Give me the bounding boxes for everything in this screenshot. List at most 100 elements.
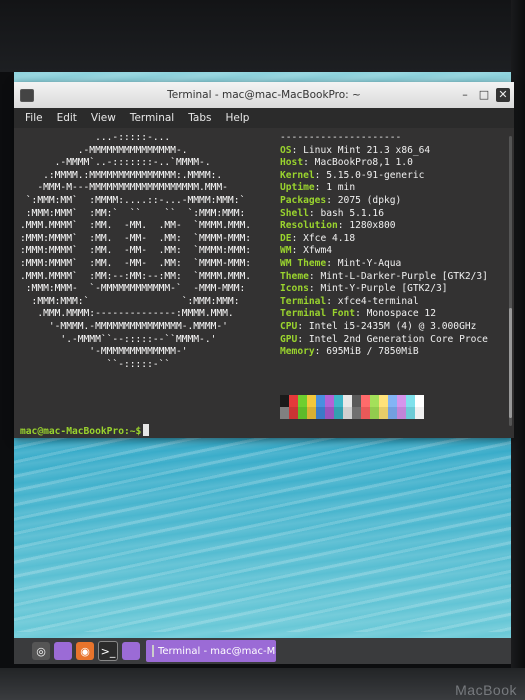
terminal-window[interactable]: Terminal - mac@mac-MacBookPro: ~ – □ ✕ F… <box>14 82 514 438</box>
palette-swatch <box>316 395 325 407</box>
file-manager-icon[interactable] <box>122 642 140 660</box>
logo-line: '-MMMM.-MMMMMMMMMMMMMMM-.MMMM-' <box>20 320 228 332</box>
logo-line: '.-MMMM``--:::::--``MMMM-.' <box>20 333 217 345</box>
prompt-user: mac@mac-MacBookPro:~$ <box>20 426 142 437</box>
info-key: Uptime <box>280 182 315 194</box>
taskbar-item-label: Terminal - mac@mac-Mac... <box>158 645 276 657</box>
info-key: Memory <box>280 346 315 358</box>
logo-line: .-MMMM`..-:::::::-..`MMMM-. <box>20 157 211 169</box>
info-value: bash 5.1.16 <box>320 207 384 219</box>
palette-swatch <box>280 407 289 419</box>
minimize-button[interactable]: – <box>458 88 472 102</box>
info-key: Terminal <box>280 295 327 307</box>
palette-swatch <box>298 407 307 419</box>
screen-bezel-top <box>0 0 525 72</box>
palette-swatch <box>388 407 397 419</box>
scrollbar-thumb[interactable] <box>509 308 512 418</box>
menu-help[interactable]: Help <box>218 108 256 128</box>
info-key: Theme <box>280 270 309 282</box>
palette-swatch <box>289 407 298 419</box>
menu-tabs[interactable]: Tabs <box>181 108 218 128</box>
maximize-button[interactable]: □ <box>477 88 491 102</box>
terminal-launcher-icon[interactable]: >_ <box>98 641 118 661</box>
info-key: WM Theme <box>280 257 327 269</box>
info-key: WM <box>280 245 292 257</box>
bottom-panel: ◎ ◉ >_ Terminal - mac@mac-Mac... <box>14 638 511 664</box>
info-row: GPU: Intel 2nd Generation Core Proce <box>280 333 488 345</box>
info-row: Kernel: 5.15.0-91-generic <box>280 169 425 181</box>
palette-swatch <box>370 407 379 419</box>
logo-line: .:MMMM.:MMMMMMMMMMMMMMM:.MMMM:. <box>20 169 223 181</box>
logo-line: :MMM:MMM` :MM:` `` `` `:MMM:MMM: <box>20 207 246 219</box>
info-row: Packages: 2075 (dpkg) <box>280 194 402 206</box>
palette-swatch <box>388 395 397 407</box>
info-key: Terminal Font <box>280 308 356 320</box>
text-cursor <box>143 424 150 436</box>
info-value: 1280x800 <box>349 220 396 232</box>
palette-swatch <box>325 407 334 419</box>
window-title: Terminal - mac@mac-MacBookPro: ~ <box>167 89 361 101</box>
logo-line: .-MMMMMMMMMMMMMMM-. <box>20 144 188 156</box>
info-row: Shell: bash 5.1.16 <box>280 207 384 219</box>
palette-swatch <box>307 407 316 419</box>
palette-swatch <box>406 407 415 419</box>
taskbar-item-terminal[interactable]: Terminal - mac@mac-Mac... <box>146 640 276 662</box>
info-value: Linux Mint 21.3 x86_64 <box>303 144 431 156</box>
info-key: Host <box>280 157 304 169</box>
terminal-icon <box>152 645 154 657</box>
logo-line: `:MMM:MM` :MMMM:....::-...-MMMM:MMM:` <box>20 194 246 206</box>
info-row: Host: MacBookPro8,1 1.0 <box>280 157 413 169</box>
firefox-icon[interactable]: ◉ <box>76 642 94 660</box>
info-value: 1 min <box>326 182 356 194</box>
palette-swatch <box>280 395 289 407</box>
info-value: Intel 2nd Generation Core Proce <box>308 333 488 345</box>
mint-menu-icon[interactable]: ◎ <box>32 642 50 660</box>
show-desktop-icon[interactable] <box>54 642 72 660</box>
shell-prompt[interactable]: mac@mac-MacBookPro:~$ <box>20 424 150 439</box>
color-palette <box>280 395 424 419</box>
info-value: 2075 (dpkg) <box>337 194 402 206</box>
menu-edit[interactable]: Edit <box>50 108 84 128</box>
info-row: Memory: 695MiB / 7850MiB <box>280 346 419 358</box>
info-key: GPU <box>280 333 298 345</box>
palette-swatch <box>298 395 307 407</box>
logo-line: .MMM.MMMM` :MM. -MM. .MM- `MMMM.MMM. <box>20 220 252 232</box>
logo-line: :MMM:MMM- `-MMMMMMMMMMMM-` -MMM-MMM: <box>20 283 246 295</box>
palette-swatch <box>352 395 361 407</box>
info-value: MacBookPro8,1 1.0 <box>314 157 413 169</box>
palette-swatch <box>415 395 424 407</box>
logo-line: :MMM:MMMM` :MM. -MM- .MM: `MMMM:MMM: <box>20 245 252 257</box>
palette-swatch <box>343 395 352 407</box>
info-row: WM: Xfwm4 <box>280 245 333 257</box>
menu-bar: File Edit View Terminal Tabs Help <box>14 108 514 128</box>
info-value: xfce4-terminal <box>337 295 419 307</box>
menu-view[interactable]: View <box>84 108 123 128</box>
palette-swatch <box>379 407 388 419</box>
palette-swatch <box>325 395 334 407</box>
terminal-icon <box>20 89 34 102</box>
logo-line: -MMM-M---MMMMMMMMMMMMMMMMMMM.MMM- <box>20 182 228 194</box>
terminal-output[interactable]: ...-:::::-... .-MMMMMMMMMMMMMMM-. .-MMMM… <box>14 128 514 438</box>
mint-ascii-logo: ...-:::::-... .-MMMMMMMMMMMMMMM-. .-MMMM… <box>20 132 251 371</box>
info-value: Mint-L-Darker-Purple [GTK2/3] <box>320 270 488 282</box>
palette-row-bottom <box>280 407 424 419</box>
window-titlebar[interactable]: Terminal - mac@mac-MacBookPro: ~ – □ ✕ <box>14 82 514 108</box>
system-info: --------------------- OS: Linux Mint 21.3… <box>280 132 488 359</box>
info-row: Icons: Mint-Y-Purple [GTK2/3] <box>280 283 448 295</box>
close-button[interactable]: ✕ <box>496 88 510 102</box>
info-row: Theme: Mint-L-Darker-Purple [GTK2/3] <box>280 270 488 282</box>
info-key: Shell <box>280 207 309 219</box>
palette-swatch <box>397 407 406 419</box>
info-value: Monospace 12 <box>366 308 436 320</box>
menu-file[interactable]: File <box>18 108 50 128</box>
palette-swatch <box>352 407 361 419</box>
logo-line: '-MMMMMMMMMMMMM-' <box>20 346 188 358</box>
info-value: Xfwm4 <box>303 245 333 257</box>
info-key: Resolution <box>280 220 338 232</box>
info-value: Xfce 4.18 <box>303 232 356 244</box>
logo-line: :MMM:MMM:` `:MMM:MMM: <box>20 295 240 307</box>
info-key: Packages <box>280 194 327 206</box>
laptop-brand-label: MacBook <box>455 682 517 698</box>
menu-terminal[interactable]: Terminal <box>123 108 181 128</box>
info-row: WM Theme: Mint-Y-Aqua <box>280 257 402 269</box>
